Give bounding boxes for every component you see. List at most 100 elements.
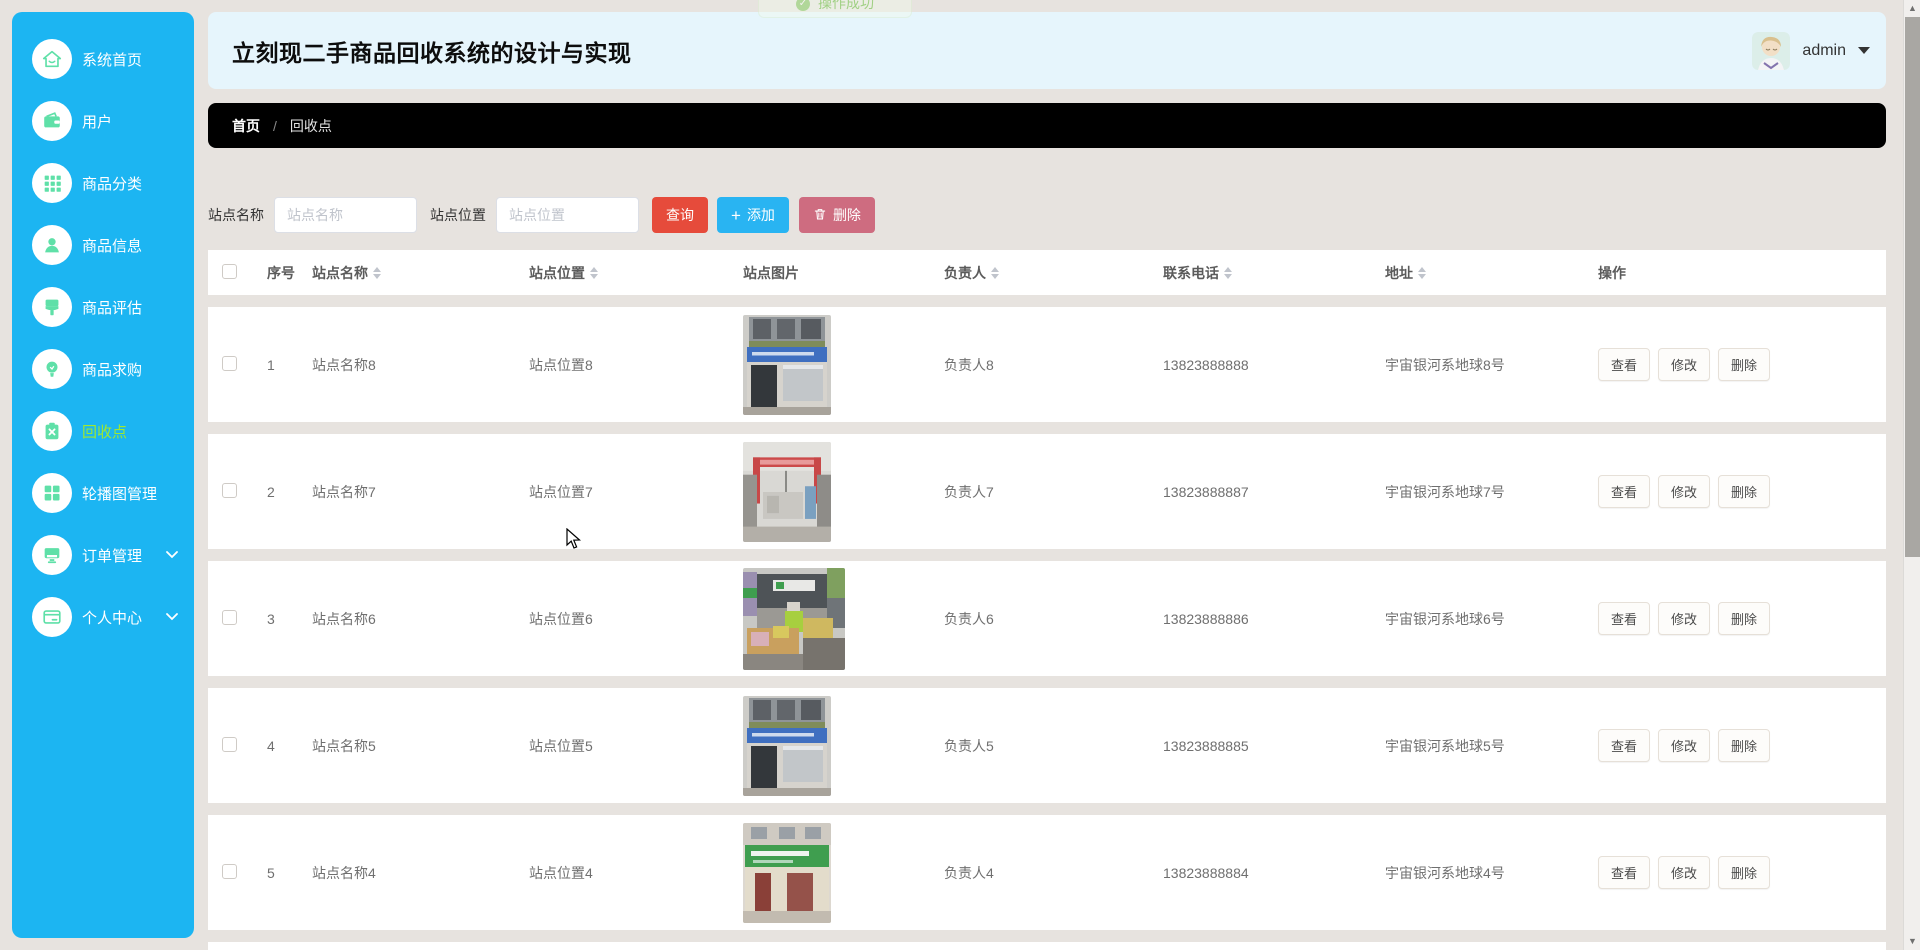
stations-table: 序号 站点名称 站点位置 站点图片 负责人 联系电话 地址 操作 1 站点名称8 站点位置8 …	[208, 250, 1886, 950]
edit-button[interactable]: 修改	[1658, 475, 1711, 508]
sort-icon[interactable]	[1418, 266, 1426, 279]
scrollbar-thumb[interactable]	[1905, 17, 1920, 557]
table-row: 5 站点名称4 站点位置4 负责人4 13823888884 宇宙银河系地球4号…	[208, 815, 1886, 930]
select-all-checkbox[interactable]	[222, 263, 237, 279]
sidebar-item-home[interactable]: 系统首页	[12, 28, 194, 90]
sidebar-item-product-category[interactable]: 商品分类	[12, 152, 194, 214]
station-photo[interactable]	[743, 822, 831, 923]
column-header: 站点图片	[743, 264, 799, 281]
scrollbar-down-icon[interactable]: ▼	[1904, 933, 1920, 950]
column-header[interactable]: 负责人	[944, 263, 1163, 283]
column-header[interactable]: 站点位置	[529, 263, 743, 283]
cell-phone: 13823888886	[1163, 610, 1249, 627]
row-actions: 查看 修改 删除	[1598, 602, 1886, 635]
wallet-icon	[32, 101, 72, 141]
delete-button[interactable]: 删除	[1718, 602, 1771, 635]
sidebar-item-label: 回收点	[82, 423, 128, 441]
clipboard-icon	[32, 411, 72, 451]
cell-address: 宇宙银河系地球6号	[1385, 610, 1505, 627]
delete-button[interactable]: 删除	[798, 197, 875, 233]
grid-icon	[32, 163, 72, 203]
station-photo[interactable]	[743, 567, 845, 670]
delete-button[interactable]: 删除	[1718, 475, 1771, 508]
cell-phone: 13823888887	[1163, 483, 1249, 500]
sort-icon[interactable]	[590, 266, 598, 279]
cell-station-name: 站点名称5	[312, 737, 376, 754]
sidebar-item-product-wanted[interactable]: 商品求购	[12, 338, 194, 400]
delete-button[interactable]: 删除	[1718, 348, 1771, 381]
main-content: 立刻现二手商品回收系统的设计与实现 admin 首页 / 回收点 站点名称 站点…	[208, 0, 1886, 950]
cell-phone: 13823888888	[1163, 356, 1249, 373]
station-photo[interactable]	[743, 695, 831, 796]
station-photo[interactable]	[743, 441, 831, 542]
blocks-icon	[32, 473, 72, 513]
column-header[interactable]: 联系电话	[1163, 263, 1385, 283]
table-header: 序号 站点名称 站点位置 站点图片 负责人 联系电话 地址 操作	[208, 250, 1886, 295]
row-checkbox[interactable]	[222, 863, 237, 879]
station-name-input[interactable]	[274, 197, 417, 233]
cell-station-name: 站点名称7	[312, 483, 376, 500]
view-button[interactable]: 查看	[1598, 475, 1651, 508]
sidebar-item-recycle-station[interactable]: 回收点	[12, 400, 194, 462]
avatar[interactable]	[1752, 31, 1791, 70]
view-button[interactable]: 查看	[1598, 602, 1651, 635]
view-button[interactable]: 查看	[1598, 348, 1651, 381]
cell-manager: 负责人8	[944, 356, 994, 373]
edit-button[interactable]: 修改	[1658, 856, 1711, 889]
chevron-down-icon	[166, 608, 178, 626]
sort-icon[interactable]	[373, 266, 381, 279]
cell-address: 宇宙银河系地球4号	[1385, 864, 1505, 881]
delete-button[interactable]: 删除	[1718, 856, 1771, 889]
sidebar-item-label: 订单管理	[82, 547, 143, 565]
cell-station-location: 站点位置7	[529, 483, 593, 500]
row-checkbox[interactable]	[222, 482, 237, 498]
search-button[interactable]: 查询	[652, 197, 708, 233]
sidebar-item-label: 个人中心	[82, 609, 143, 627]
column-header[interactable]: 地址	[1385, 263, 1598, 283]
sidebar-item-users[interactable]: 用户	[12, 90, 194, 152]
cell-station-name: 站点名称8	[312, 356, 376, 373]
row-checkbox[interactable]	[222, 355, 237, 371]
edit-button[interactable]: 修改	[1658, 602, 1711, 635]
edit-button[interactable]: 修改	[1658, 348, 1711, 381]
sidebar-item-label: 商品分类	[82, 175, 143, 193]
sidebar-item-label: 商品求购	[82, 361, 143, 379]
sidebar-item-product-evaluation[interactable]: 商品评估	[12, 276, 194, 338]
row-actions: 查看 修改 删除	[1598, 475, 1886, 508]
scrollbar-up-icon[interactable]: ▲	[1904, 0, 1920, 17]
sort-icon[interactable]	[991, 266, 999, 279]
sidebar-item-product-info[interactable]: 商品信息	[12, 214, 194, 276]
row-checkbox[interactable]	[222, 609, 237, 625]
sort-icon[interactable]	[1224, 266, 1232, 279]
sidebar-item-order-management[interactable]: 订单管理	[12, 524, 194, 586]
edit-button[interactable]: 修改	[1658, 729, 1711, 762]
monitor-icon	[32, 535, 72, 575]
cell-station-location: 站点位置5	[529, 737, 593, 754]
sidebar-item-label: 商品评估	[82, 299, 143, 317]
breadcrumb-home[interactable]: 首页	[232, 116, 260, 136]
delete-button[interactable]: 删除	[1718, 729, 1771, 762]
view-button[interactable]: 查看	[1598, 856, 1651, 889]
sidebar-item-banner-management[interactable]: 轮播图管理	[12, 462, 194, 524]
station-location-input[interactable]	[496, 197, 639, 233]
cell-station-location: 站点位置6	[529, 610, 593, 627]
row-checkbox[interactable]	[222, 736, 237, 752]
breadcrumb-current: 回收点	[289, 117, 332, 134]
toast-message: 操作成功	[818, 0, 874, 11]
column-header: 序号	[267, 264, 295, 281]
station-location-label: 站点位置	[430, 207, 486, 223]
column-header[interactable]: 站点名称	[312, 263, 529, 283]
sidebar-item-personal-center[interactable]: 个人中心	[12, 586, 194, 648]
add-button[interactable]: + 添加	[717, 197, 789, 233]
view-button[interactable]: 查看	[1598, 729, 1651, 762]
sidebar-item-label: 轮播图管理	[82, 485, 158, 503]
station-photo[interactable]	[743, 314, 831, 415]
user-menu[interactable]: admin	[1752, 31, 1870, 70]
cell-address: 宇宙银河系地球5号	[1385, 737, 1505, 754]
vertical-scrollbar[interactable]: ▲ ▼	[1903, 0, 1920, 950]
page-header: 立刻现二手商品回收系统的设计与实现 admin	[208, 12, 1886, 89]
cell-station-name: 站点名称6	[312, 610, 376, 627]
row-actions: 查看 修改 删除	[1598, 729, 1886, 762]
cell-index: 4	[267, 737, 275, 754]
cell-manager: 负责人4	[944, 864, 994, 881]
